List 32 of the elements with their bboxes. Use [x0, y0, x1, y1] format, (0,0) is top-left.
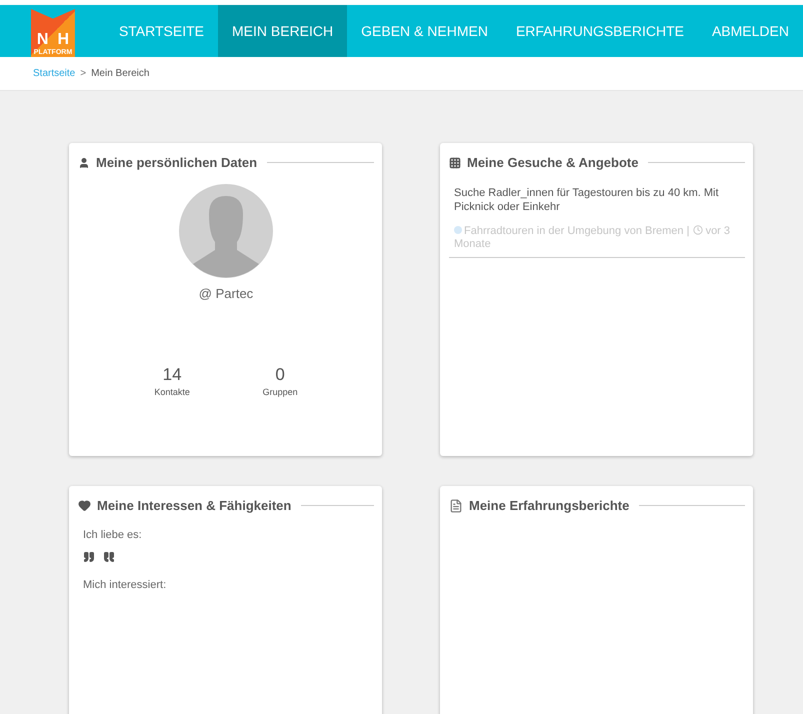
stat-value: 14	[162, 365, 182, 385]
document-icon	[449, 498, 463, 512]
nav-item[interactable]: STARTSEITE	[104, 5, 218, 57]
card-title: Meine persönlichen Daten	[96, 155, 258, 170]
nav-item[interactable]: ERFAHRUNGSBERICHTE	[502, 5, 698, 57]
breadcrumb-current: Mein Bereich	[91, 68, 150, 79]
quote-icon	[103, 551, 115, 563]
stat-label: Kontakte	[154, 387, 190, 397]
card-title: Meine Erfahrungsberichte	[469, 498, 630, 513]
logo-letter: N	[36, 32, 48, 48]
quote-icon	[83, 551, 95, 563]
status-dot	[454, 226, 462, 234]
breadcrumb-link[interactable]: Startseite	[33, 68, 76, 79]
user-icon	[78, 156, 90, 168]
clock-icon	[692, 225, 702, 235]
stat-value: 0	[275, 365, 285, 385]
offer-text: Suche Radler_innen für Tagestouren bis zu 40 km. Mit Picknick oder Einkehr	[454, 186, 720, 214]
grid-icon	[449, 156, 461, 168]
offer-entry[interactable]: Suche Radler_innen für Tagestouren bis zu 40 km. Mit Picknick oder Einkehr Fahrradtouren in der Umgebung von Bremen | vor 3 Monate	[449, 170, 745, 258]
card-title: Meine Interessen & Fähigkeiten	[97, 498, 292, 513]
love-label: Ich liebe es:	[83, 529, 143, 541]
logo-letter: H	[57, 32, 70, 48]
nav-item[interactable]: ABMELDEN	[698, 5, 803, 57]
breadcrumb-separator: >	[80, 68, 86, 79]
heart-icon	[78, 499, 91, 512]
username: @ Partec	[198, 286, 254, 301]
nav-item[interactable]: GEBEN & NEHMEN	[347, 5, 502, 57]
card-title: Meine Gesuche & Angebote	[467, 155, 638, 170]
interest-label: Mich interessiert:	[83, 579, 168, 591]
stat-label: Gruppen	[262, 387, 298, 397]
nav-item[interactable]: MEIN BEREICH	[218, 5, 348, 57]
offer-meta: Fahrradtouren in der Umgebung von Bremen | vor 3 Monate	[454, 225, 732, 251]
